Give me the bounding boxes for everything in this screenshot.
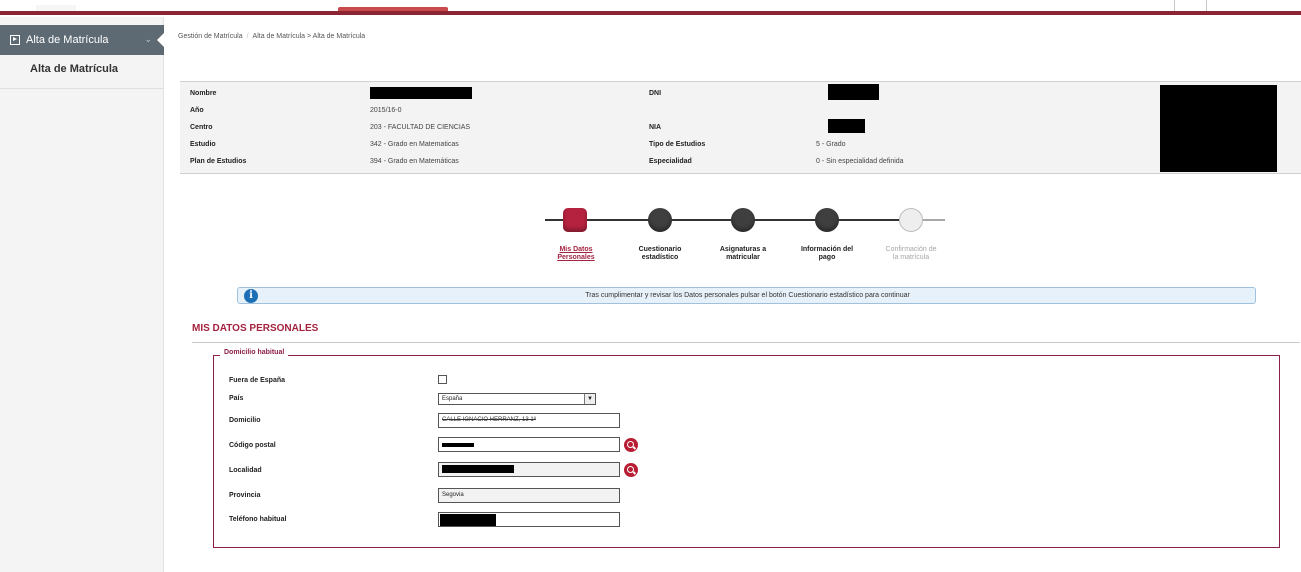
plan-label: Plan de Estudios: [190, 158, 247, 165]
provincia-label: Provincia: [229, 492, 261, 499]
step-confirmacion-marker: [899, 208, 923, 232]
codigo-postal-input[interactable]: [438, 437, 620, 452]
step-mis-datos-marker[interactable]: [563, 208, 587, 232]
centro-label: Centro: [190, 124, 213, 131]
step-label-line: Información del: [800, 246, 854, 253]
step-mis-datos-label[interactable]: Mis Datos Personales: [536, 246, 616, 262]
fieldset-legend: Domicilio habitual: [220, 349, 289, 356]
ano-value: 2015/16-0: [370, 107, 402, 114]
domicilio-fieldset: [213, 355, 1280, 548]
step-asignaturas-marker[interactable]: [731, 208, 755, 232]
especialidad-label: Especialidad: [649, 158, 692, 165]
ano-label: Año: [190, 107, 204, 114]
step-cuestionario-label[interactable]: Cuestionario estadístico: [620, 246, 700, 262]
centro-value: 203 - FACULTAD DE CIENCIAS: [370, 124, 471, 131]
telefono-label: Teléfono habitual: [229, 516, 287, 523]
fuera-espana-label: Fuera de España: [229, 377, 286, 384]
telefono-value-redacted: [440, 514, 496, 526]
telefono-input[interactable]: [438, 512, 620, 527]
nombre-value-redacted: [370, 87, 472, 99]
dropdown-arrow-icon: ▼: [584, 394, 595, 404]
localidad-label: Localidad: [229, 467, 262, 474]
sidebar-subitem-alta-matricula[interactable]: Alta de Matrícula: [0, 55, 164, 89]
nia-value-redacted: [828, 119, 865, 133]
codigo-postal-label: Código postal: [229, 442, 276, 449]
top-header: [0, 0, 1301, 17]
step-asignaturas-label[interactable]: Asignaturas a matricular: [703, 246, 783, 262]
provincia-value: Segovia: [442, 492, 464, 498]
sidebar-item-alta-matricula[interactable]: Alta de Matrícula ⌄: [0, 25, 165, 55]
step-label-line: pago: [818, 254, 836, 261]
sidebar: Alta de Matrícula ⌄ Alta de Matrícula: [0, 17, 165, 572]
domicilio-label: Domicilio: [229, 417, 261, 424]
breadcrumb-path: Alta de Matrícula > Alta de Matrícula: [252, 33, 366, 40]
search-localidad-button[interactable]: [624, 463, 638, 477]
nombre-label: Nombre: [190, 90, 217, 97]
step-label-line: Confirmación de: [885, 246, 937, 253]
pais-selected-value: España: [442, 396, 463, 402]
chevron-down-icon: ⌄: [144, 34, 152, 44]
section-title: MIS DATOS PERSONALES: [192, 323, 319, 334]
info-message-text: Tras cumplimentar y revisar los Datos pe…: [585, 292, 910, 299]
dni-label: DNI: [649, 90, 662, 97]
step-label-line: estadístico: [641, 254, 679, 261]
sidebar-item-label: Alta de Matrícula: [26, 34, 109, 46]
step-label-line: Mis Datos: [559, 246, 593, 253]
breadcrumb-root[interactable]: Gestión de Matrícula: [178, 33, 243, 40]
student-photo-redacted: [1160, 85, 1277, 172]
localidad-value-redacted: [442, 465, 514, 473]
localidad-input[interactable]: [438, 462, 620, 477]
breadcrumb-separator: /: [246, 33, 249, 40]
step-confirmacion-label: Confirmación de la matrícula: [871, 246, 951, 262]
tipo-estudios-value: 5 - Grado: [816, 141, 846, 148]
progress-line: [545, 219, 899, 221]
plan-value: 394 - Grado en Matemáticas: [370, 158, 459, 165]
step-label-line: Personales: [557, 254, 595, 261]
section-divider: [192, 342, 1300, 343]
provincia-input[interactable]: Segovia: [438, 488, 620, 503]
step-cuestionario-marker[interactable]: [648, 208, 672, 232]
pais-select[interactable]: España ▼: [438, 393, 596, 405]
step-pago-label[interactable]: Información del pago: [787, 246, 867, 262]
nia-label: NIA: [649, 124, 662, 131]
domicilio-value: CALLE IGNACIO HERRANZ, 13 1º: [442, 417, 536, 423]
breadcrumb: Gestión de Matrícula / Alta de Matrícula >…: [178, 33, 365, 40]
search-codigo-postal-button[interactable]: [624, 438, 638, 452]
step-label-line: matricular: [726, 254, 760, 261]
header-band: [0, 11, 1301, 15]
info-message: i Tras cumplimentar y revisar los Datos …: [237, 287, 1256, 304]
step-label-line: Asignaturas a: [719, 246, 767, 253]
estudio-value: 342 - Grado en Matematicas: [370, 141, 459, 148]
step-pago-marker[interactable]: [815, 208, 839, 232]
fuera-espana-checkbox[interactable]: [438, 375, 447, 384]
dni-value-redacted: [828, 84, 879, 100]
expand-box-icon: [10, 35, 20, 45]
codigo-postal-value-redacted: [442, 443, 474, 447]
active-notch: [157, 32, 165, 48]
estudio-label: Estudio: [190, 141, 216, 148]
tipo-estudios-label: Tipo de Estudios: [649, 141, 706, 148]
especialidad-value: 0 - Sin especialidad definida: [816, 158, 904, 165]
student-info-panel: Nombre Año 2015/16-0 Centro 203 - FACULT…: [180, 81, 1301, 174]
step-label-line: la matrícula: [892, 254, 930, 261]
step-label-line: Cuestionario: [638, 246, 682, 253]
domicilio-input[interactable]: CALLE IGNACIO HERRANZ, 13 1º: [438, 413, 620, 428]
pais-label: País: [229, 395, 244, 402]
